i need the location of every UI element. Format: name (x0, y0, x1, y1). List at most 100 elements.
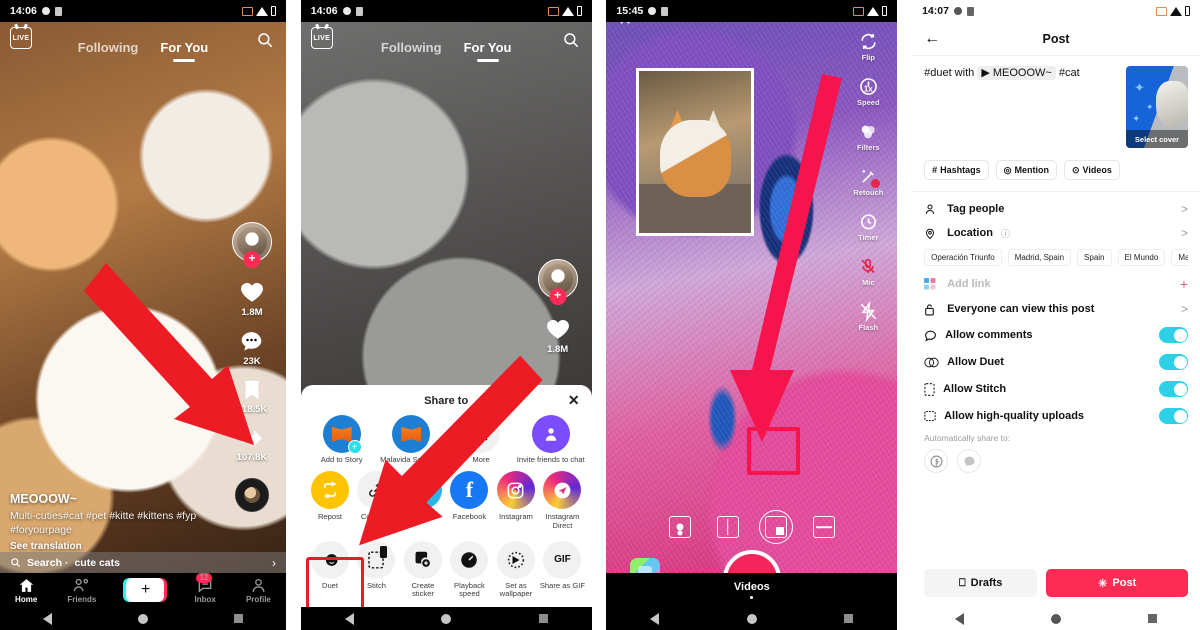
share-button[interactable]: 107.8K (237, 426, 267, 463)
avatar[interactable]: + (231, 222, 272, 268)
like-button[interactable]: 1.8M (545, 316, 571, 355)
camera-tool-timer[interactable]: Timer (857, 210, 879, 242)
share-target-add-to-story[interactable]: + Add to Story (307, 415, 377, 465)
post-button[interactable]: ✳ Post (1046, 569, 1189, 597)
camera-tool-mic[interactable]: Mic (857, 255, 879, 287)
drafts-button[interactable]: ⎕ Drafts (924, 569, 1038, 597)
tab-for-you[interactable]: For You (160, 40, 208, 55)
add-link-plus-icon[interactable]: + (1180, 276, 1188, 292)
tabbar-item-home[interactable]: Home (15, 577, 37, 604)
tab-following[interactable]: Following (78, 40, 139, 55)
back-nav-icon[interactable] (42, 612, 52, 625)
row-allow-hq-uploads[interactable]: Allow high-quality uploads (924, 397, 1189, 424)
home-nav-icon[interactable] (746, 613, 757, 624)
row-allow-duet[interactable]: Allow Duet (924, 343, 1189, 370)
like-button[interactable]: 1.8M (239, 279, 265, 318)
tabbar-item-inbox[interactable]: 12 Inbox (195, 572, 216, 604)
notification-dot-icon (953, 7, 962, 15)
chip-videos[interactable]: ⊙ Videos (1063, 160, 1120, 180)
share-target-copy-link[interactable]: Copy link (353, 471, 399, 530)
recents-nav-icon[interactable] (1147, 614, 1157, 623)
share-target-invite-friends[interactable]: Invite friends to chat (516, 415, 586, 465)
caption-input[interactable]: #duet with ▶ MEOOOW~ #cat (924, 66, 1118, 148)
camera-tool-filters[interactable]: Filters (857, 120, 880, 152)
toggle-allow-comments[interactable] (1159, 327, 1189, 343)
feed-top-nav: Following For You (301, 30, 592, 64)
tab-following[interactable]: Following (381, 40, 442, 55)
row-allow-stitch[interactable]: Allow Stitch (924, 370, 1189, 397)
bookmark-button[interactable]: 218.5K (237, 378, 267, 415)
comment-button[interactable]: 23K (239, 329, 264, 367)
share-target-more[interactable]: More (446, 415, 516, 465)
caption-username[interactable]: MEOOOW~ (10, 492, 210, 506)
copy-link-icon (357, 471, 396, 510)
chevron-right-icon: > (1181, 226, 1189, 240)
chip-mention[interactable]: ◎ Mention (995, 160, 1057, 180)
music-disc[interactable] (234, 478, 269, 512)
status-bar: 14:06 (300, 0, 592, 22)
layout-picture-in-picture-option[interactable] (758, 510, 793, 544)
tabbar-item-friends[interactable]: Friends (67, 577, 96, 604)
home-nav-icon[interactable] (1051, 613, 1062, 624)
recents-nav-icon[interactable] (538, 614, 548, 623)
follow-button[interactable]: + (549, 288, 567, 305)
duet-pip-preview[interactable] (636, 68, 755, 236)
status-time: 15:45 (616, 5, 644, 17)
camera-tool-flash[interactable]: Flash (857, 300, 879, 332)
mention-icon: ◎ (1003, 164, 1012, 175)
share-target-facebook[interactable]: f Facebook (446, 471, 492, 530)
share-target-instagram-direct[interactable]: Instagram Direct (539, 471, 585, 530)
share-tool-share-as-gif[interactable]: GIF Share as GIF (539, 540, 585, 599)
recents-nav-icon[interactable] (233, 614, 243, 623)
share-target-malavida[interactable]: Malavida Software (376, 415, 446, 465)
location-chip[interactable]: Madri (1171, 249, 1189, 266)
location-chip[interactable]: El Mundo (1117, 249, 1166, 266)
back-nav-icon[interactable] (344, 612, 354, 625)
notification-dot-icon (342, 7, 351, 15)
chip-hashtags[interactable]: # Hashtags (924, 160, 989, 180)
select-cover-thumbnail[interactable]: ✦ ✦ ✦ Select cover (1126, 66, 1189, 148)
toggle-allow-stitch[interactable] (1159, 381, 1189, 397)
info-icon[interactable]: ⓘ (1001, 227, 1173, 240)
share-target-instagram[interactable]: Instagram (493, 471, 539, 530)
share-tool-create-sticker[interactable]: Create sticker (400, 540, 446, 599)
status-bar: 15:45 (606, 0, 898, 22)
follow-button[interactable]: + (243, 251, 261, 268)
layout-side-by-side-option[interactable] (716, 516, 739, 538)
share-target-email[interactable]: Email (400, 471, 446, 530)
back-nav-icon[interactable] (650, 612, 660, 625)
home-nav-icon[interactable] (441, 613, 452, 624)
location-chip[interactable]: Operación Triunfo (924, 249, 1002, 266)
location-chip[interactable]: Spain (1077, 249, 1112, 266)
back-nav-icon[interactable] (955, 612, 965, 625)
layout-portrait-option[interactable] (668, 516, 691, 538)
facebook-icon[interactable] (924, 449, 949, 473)
home-nav-icon[interactable] (137, 613, 148, 624)
share-tool-playback-speed[interactable]: Playback speed (446, 540, 492, 599)
layout-top-bottom-option[interactable] (812, 516, 835, 538)
row-tag-people[interactable]: Tag people > (924, 192, 1188, 216)
camera-tool-retouch[interactable]: Retouch (853, 165, 883, 197)
close-icon[interactable]: ✕ (568, 393, 580, 407)
row-allow-comments[interactable]: Allow comments (924, 316, 1189, 343)
search-suggestion-bar[interactable]: Search · cute cats › (0, 552, 286, 573)
camera-tool-flip[interactable]: Flip (857, 30, 879, 62)
row-location[interactable]: Location ⓘ > (924, 216, 1188, 240)
recents-nav-icon[interactable] (844, 614, 854, 623)
see-translation-link[interactable]: See translation (10, 541, 210, 552)
row-add-link[interactable]: Add link + (924, 266, 1188, 292)
tabbar-item-profile[interactable]: Profile (246, 577, 271, 604)
message-icon[interactable] (957, 449, 982, 473)
panel-duet-camera: 15:45 ✕ Flip (606, 0, 898, 630)
camera-tool-speed[interactable]: 1x Speed (857, 75, 880, 107)
tabbar-item-create[interactable]: + (123, 578, 168, 602)
toggle-allow-hq-uploads[interactable] (1159, 408, 1189, 424)
share-tool-set-as-wallpaper[interactable]: Set as wallpaper (493, 540, 539, 599)
toggle-allow-duet[interactable] (1159, 354, 1189, 370)
camera-mode-label[interactable]: Videos (734, 581, 770, 593)
tab-for-you[interactable]: For You (464, 40, 512, 55)
avatar[interactable]: + (537, 259, 578, 305)
share-target-repost[interactable]: Repost (307, 471, 353, 530)
location-chip[interactable]: Madrid, Spain (1007, 249, 1072, 266)
row-privacy[interactable]: Everyone can view this post > (924, 292, 1188, 316)
